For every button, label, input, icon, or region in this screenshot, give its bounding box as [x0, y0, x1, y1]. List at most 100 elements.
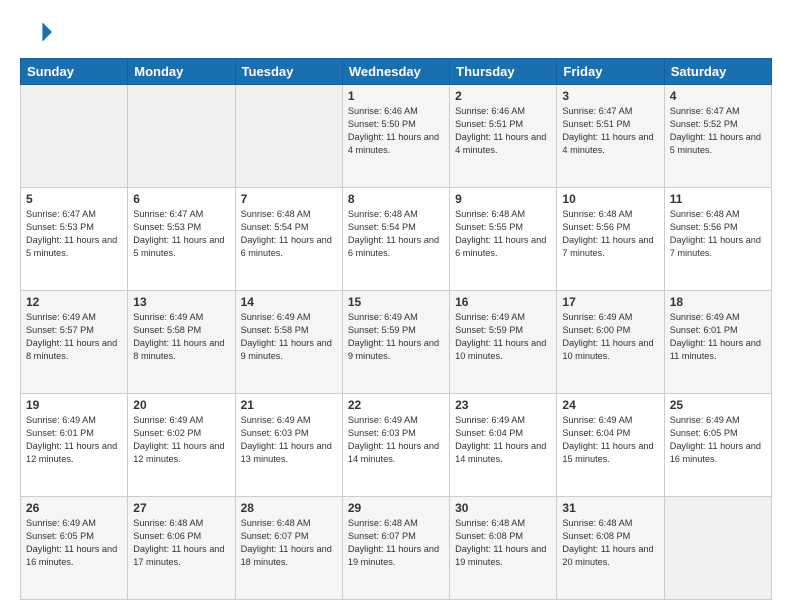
day-number: 25	[670, 398, 766, 412]
day-info: Sunrise: 6:47 AM Sunset: 5:52 PM Dayligh…	[670, 105, 766, 157]
day-info: Sunrise: 6:49 AM Sunset: 5:58 PM Dayligh…	[133, 311, 229, 363]
calendar-day-cell: 18 Sunrise: 6:49 AM Sunset: 6:01 PM Dayli…	[664, 291, 771, 394]
day-info: Sunrise: 6:49 AM Sunset: 6:04 PM Dayligh…	[455, 414, 551, 466]
day-number: 23	[455, 398, 551, 412]
calendar-day-header: Saturday	[664, 59, 771, 85]
calendar-day-cell: 17 Sunrise: 6:49 AM Sunset: 6:00 PM Dayli…	[557, 291, 664, 394]
calendar-day-cell: 9 Sunrise: 6:48 AM Sunset: 5:55 PM Daylig…	[450, 188, 557, 291]
calendar-day-cell	[235, 85, 342, 188]
day-number: 31	[562, 501, 658, 515]
day-number: 17	[562, 295, 658, 309]
calendar-day-cell: 21 Sunrise: 6:49 AM Sunset: 6:03 PM Dayli…	[235, 394, 342, 497]
calendar-day-cell: 27 Sunrise: 6:48 AM Sunset: 6:06 PM Dayli…	[128, 497, 235, 600]
day-info: Sunrise: 6:49 AM Sunset: 6:03 PM Dayligh…	[348, 414, 444, 466]
calendar-day-cell: 20 Sunrise: 6:49 AM Sunset: 6:02 PM Dayli…	[128, 394, 235, 497]
calendar-week-row: 5 Sunrise: 6:47 AM Sunset: 5:53 PM Daylig…	[21, 188, 772, 291]
calendar-day-header: Sunday	[21, 59, 128, 85]
calendar-day-cell: 1 Sunrise: 6:46 AM Sunset: 5:50 PM Daylig…	[342, 85, 449, 188]
day-info: Sunrise: 6:49 AM Sunset: 6:01 PM Dayligh…	[26, 414, 122, 466]
calendar-day-cell: 26 Sunrise: 6:49 AM Sunset: 6:05 PM Dayli…	[21, 497, 128, 600]
calendar-day-cell: 8 Sunrise: 6:48 AM Sunset: 5:54 PM Daylig…	[342, 188, 449, 291]
calendar-day-cell: 23 Sunrise: 6:49 AM Sunset: 6:04 PM Dayli…	[450, 394, 557, 497]
calendar-day-header: Monday	[128, 59, 235, 85]
calendar-day-header: Wednesday	[342, 59, 449, 85]
day-info: Sunrise: 6:49 AM Sunset: 6:00 PM Dayligh…	[562, 311, 658, 363]
day-number: 18	[670, 295, 766, 309]
day-number: 28	[241, 501, 337, 515]
day-number: 7	[241, 192, 337, 206]
calendar-day-cell: 28 Sunrise: 6:48 AM Sunset: 6:07 PM Dayli…	[235, 497, 342, 600]
day-number: 3	[562, 89, 658, 103]
day-info: Sunrise: 6:48 AM Sunset: 5:54 PM Dayligh…	[241, 208, 337, 260]
day-number: 15	[348, 295, 444, 309]
calendar-day-cell: 14Sunrise: 6:49 AM Sunset: 5:58 PM Dayli…	[235, 291, 342, 394]
day-info: Sunrise: 6:48 AM Sunset: 6:07 PM Dayligh…	[241, 517, 337, 569]
day-info: Sunrise: 6:49 AM Sunset: 6:05 PM Dayligh…	[26, 517, 122, 569]
day-number: 27	[133, 501, 229, 515]
day-info: Sunrise: 6:49 AM Sunset: 6:01 PM Dayligh…	[670, 311, 766, 363]
day-number: 19	[26, 398, 122, 412]
day-number: 26	[26, 501, 122, 515]
day-number: 24	[562, 398, 658, 412]
day-info: Sunrise: 6:48 AM Sunset: 6:08 PM Dayligh…	[562, 517, 658, 569]
calendar-header-row: SundayMondayTuesdayWednesdayThursdayFrid…	[21, 59, 772, 85]
calendar-day-cell: 4 Sunrise: 6:47 AM Sunset: 5:52 PM Daylig…	[664, 85, 771, 188]
day-info: Sunrise: 6:47 AM Sunset: 5:53 PM Dayligh…	[133, 208, 229, 260]
day-number: 9	[455, 192, 551, 206]
day-number: 10	[562, 192, 658, 206]
day-info: Sunrise: 6:49 AM Sunset: 6:03 PM Dayligh…	[241, 414, 337, 466]
day-info: Sunrise: 6:49 AM Sunset: 6:04 PM Dayligh…	[562, 414, 658, 466]
day-number: 1	[348, 89, 444, 103]
logo	[20, 16, 56, 48]
day-number: 12	[26, 295, 122, 309]
day-number: 2	[455, 89, 551, 103]
calendar-day-cell: 29Sunrise: 6:48 AM Sunset: 6:07 PM Dayli…	[342, 497, 449, 600]
calendar-day-cell: 15 Sunrise: 6:49 AM Sunset: 5:59 PM Dayli…	[342, 291, 449, 394]
calendar-week-row: 1 Sunrise: 6:46 AM Sunset: 5:50 PM Daylig…	[21, 85, 772, 188]
day-info: Sunrise: 6:49 AM Sunset: 5:59 PM Dayligh…	[455, 311, 551, 363]
day-info: Sunrise: 6:48 AM Sunset: 5:55 PM Dayligh…	[455, 208, 551, 260]
calendar-day-cell: 30Sunrise: 6:48 AM Sunset: 6:08 PM Dayli…	[450, 497, 557, 600]
calendar-day-cell	[128, 85, 235, 188]
day-number: 16	[455, 295, 551, 309]
day-number: 11	[670, 192, 766, 206]
calendar-day-cell: 12 Sunrise: 6:49 AM Sunset: 5:57 PM Dayli…	[21, 291, 128, 394]
day-info: Sunrise: 6:46 AM Sunset: 5:50 PM Dayligh…	[348, 105, 444, 157]
day-info: Sunrise: 6:48 AM Sunset: 5:56 PM Dayligh…	[670, 208, 766, 260]
day-number: 21	[241, 398, 337, 412]
day-number: 8	[348, 192, 444, 206]
day-info: Sunrise: 6:47 AM Sunset: 5:53 PM Dayligh…	[26, 208, 122, 260]
calendar-day-cell: 2 Sunrise: 6:46 AM Sunset: 5:51 PM Daylig…	[450, 85, 557, 188]
day-number: 5	[26, 192, 122, 206]
calendar-day-cell	[664, 497, 771, 600]
day-info: Sunrise: 6:49 AM Sunset: 5:59 PM Dayligh…	[348, 311, 444, 363]
day-number: 22	[348, 398, 444, 412]
calendar-week-row: 19 Sunrise: 6:49 AM Sunset: 6:01 PM Dayli…	[21, 394, 772, 497]
day-info: Sunrise: 6:48 AM Sunset: 5:54 PM Dayligh…	[348, 208, 444, 260]
page: SundayMondayTuesdayWednesdayThursdayFrid…	[0, 0, 792, 612]
calendar-day-cell: 5 Sunrise: 6:47 AM Sunset: 5:53 PM Daylig…	[21, 188, 128, 291]
calendar-day-cell: 22 Sunrise: 6:49 AM Sunset: 6:03 PM Dayli…	[342, 394, 449, 497]
calendar-day-cell: 24 Sunrise: 6:49 AM Sunset: 6:04 PM Dayli…	[557, 394, 664, 497]
day-number: 29	[348, 501, 444, 515]
calendar-day-cell: 13 Sunrise: 6:49 AM Sunset: 5:58 PM Dayli…	[128, 291, 235, 394]
calendar-day-cell	[21, 85, 128, 188]
day-info: Sunrise: 6:49 AM Sunset: 6:02 PM Dayligh…	[133, 414, 229, 466]
day-number: 4	[670, 89, 766, 103]
calendar-day-header: Thursday	[450, 59, 557, 85]
calendar-day-cell: 19 Sunrise: 6:49 AM Sunset: 6:01 PM Dayli…	[21, 394, 128, 497]
day-info: Sunrise: 6:47 AM Sunset: 5:51 PM Dayligh…	[562, 105, 658, 157]
calendar-day-cell: 11 Sunrise: 6:48 AM Sunset: 5:56 PM Dayli…	[664, 188, 771, 291]
day-info: Sunrise: 6:49 AM Sunset: 5:57 PM Dayligh…	[26, 311, 122, 363]
calendar-week-row: 12 Sunrise: 6:49 AM Sunset: 5:57 PM Dayli…	[21, 291, 772, 394]
calendar-day-cell: 3 Sunrise: 6:47 AM Sunset: 5:51 PM Daylig…	[557, 85, 664, 188]
calendar-day-cell: 7 Sunrise: 6:48 AM Sunset: 5:54 PM Daylig…	[235, 188, 342, 291]
day-number: 20	[133, 398, 229, 412]
day-number: 30	[455, 501, 551, 515]
day-info: Sunrise: 6:48 AM Sunset: 6:06 PM Dayligh…	[133, 517, 229, 569]
day-info: Sunrise: 6:46 AM Sunset: 5:51 PM Dayligh…	[455, 105, 551, 157]
day-number: 13	[133, 295, 229, 309]
calendar-day-cell: 6Sunrise: 6:47 AM Sunset: 5:53 PM Daylig…	[128, 188, 235, 291]
day-info: Sunrise: 6:49 AM Sunset: 6:05 PM Dayligh…	[670, 414, 766, 466]
day-number: 14	[241, 295, 337, 309]
